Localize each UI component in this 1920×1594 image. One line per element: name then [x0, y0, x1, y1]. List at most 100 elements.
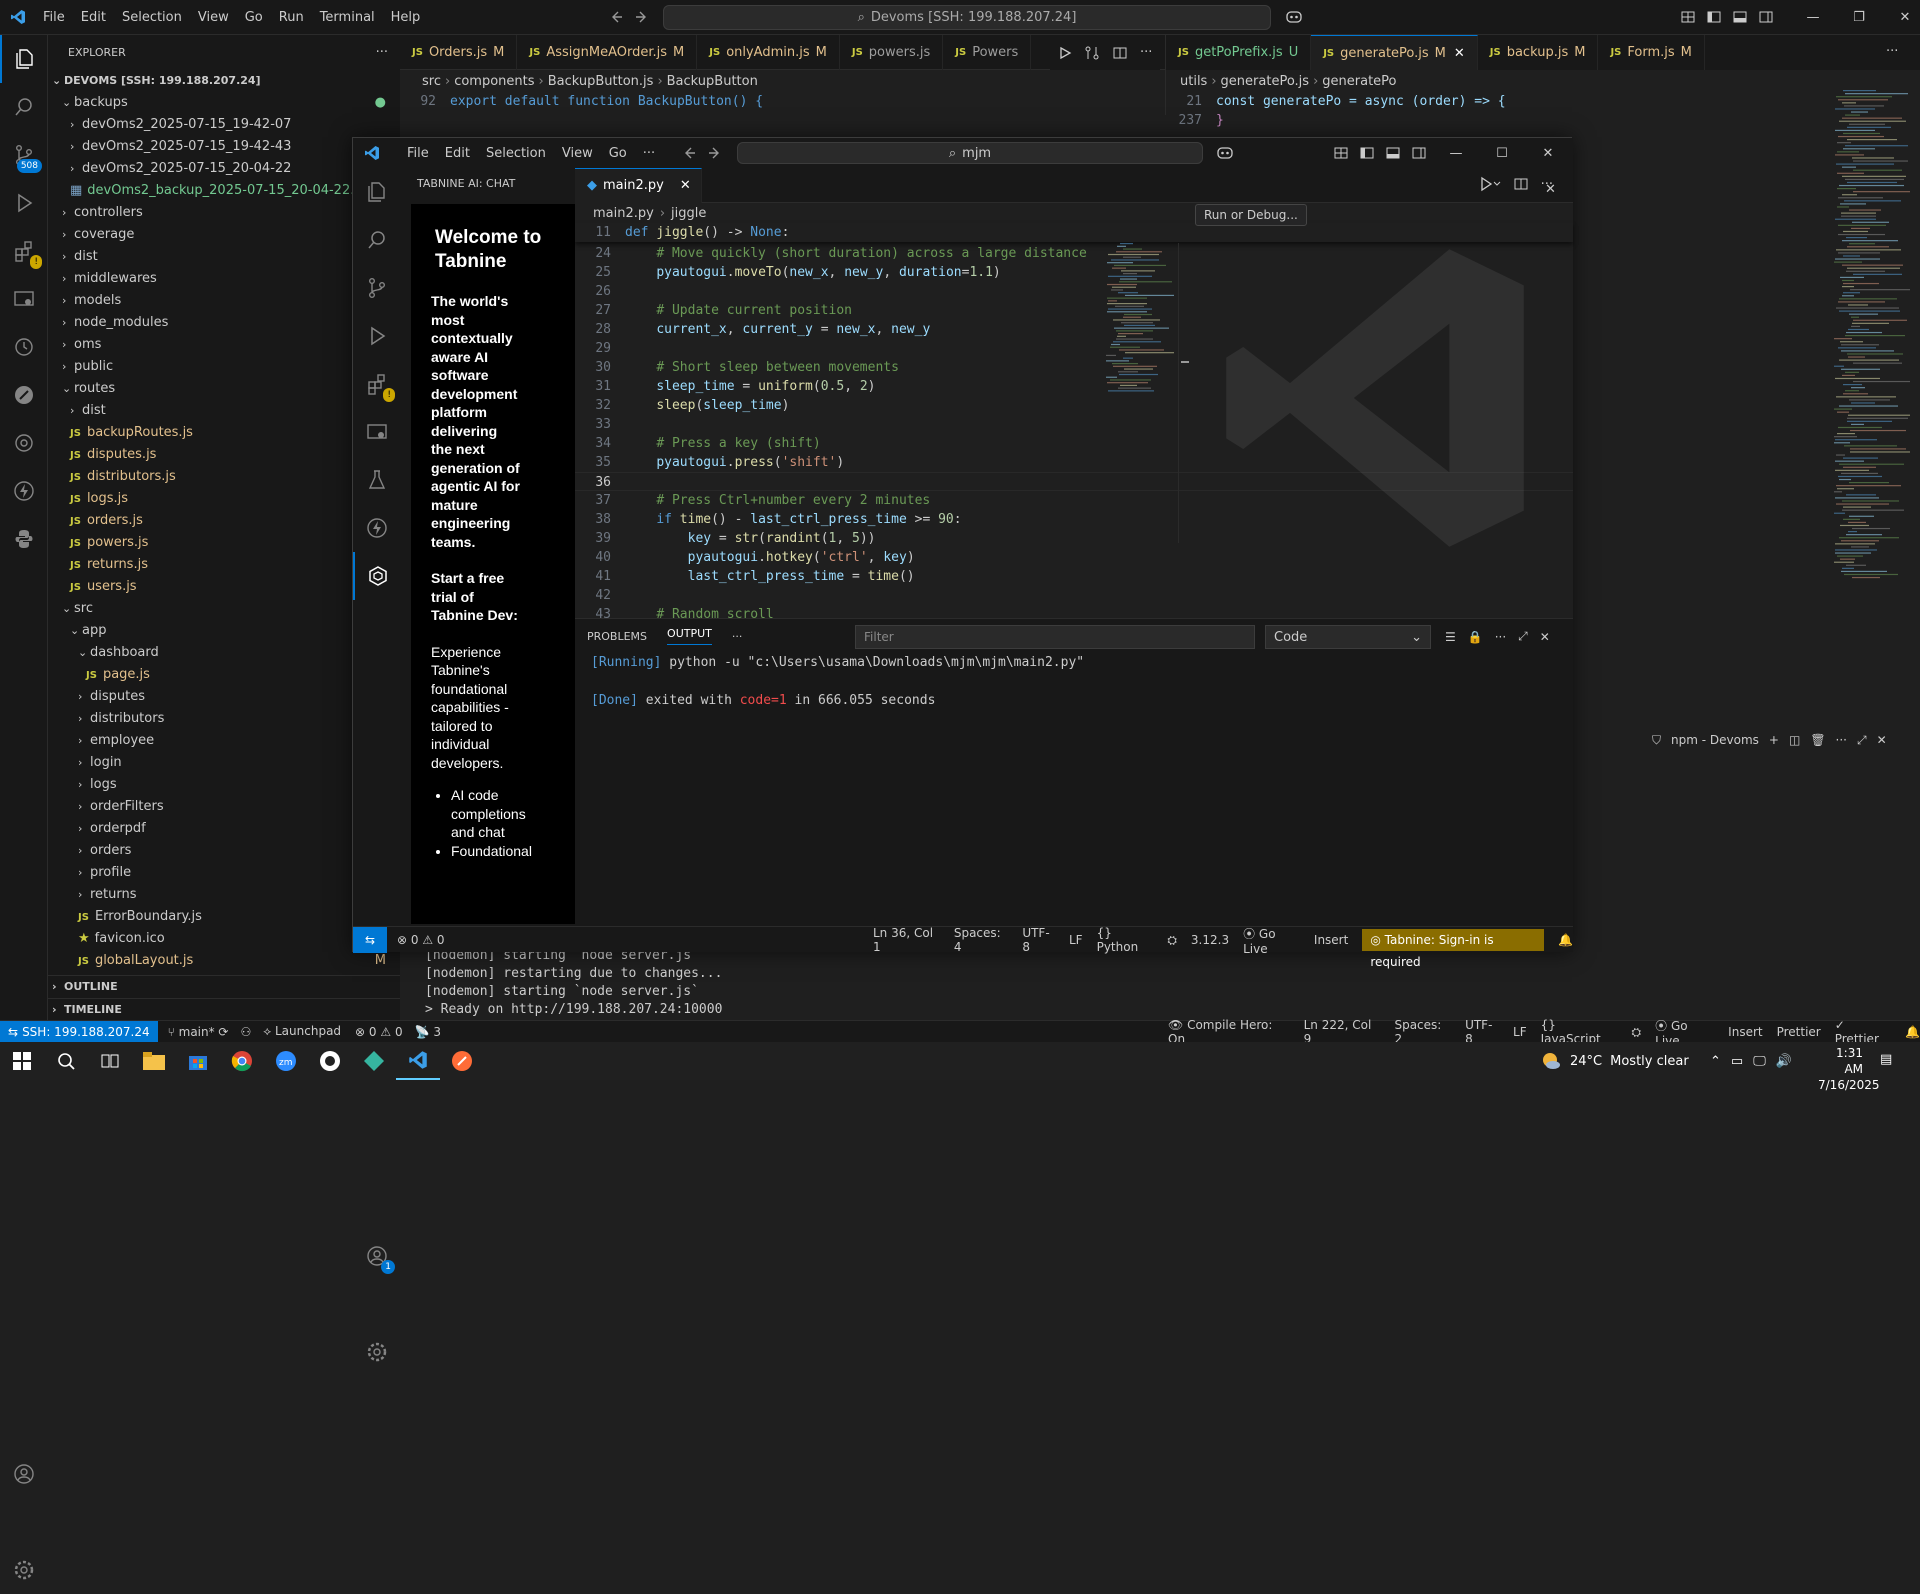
tree-item[interactable]: › orders: [48, 840, 400, 862]
toggle-primary-sidebar-icon[interactable]: [1706, 9, 1722, 25]
clear-output-icon[interactable]: ☰: [1445, 630, 1456, 644]
run-debug-activity[interactable]: [353, 312, 401, 360]
accounts-activity[interactable]: 1: [353, 1232, 401, 1280]
breadcrumb-item[interactable]: src: [422, 74, 441, 89]
minimap[interactable]: [1830, 90, 1910, 580]
tree-item[interactable]: › dist: [48, 400, 400, 422]
tree-item[interactable]: › returns: [48, 884, 400, 906]
editor-tab[interactable]: JS AssignMeAOrder.js M: [517, 34, 698, 70]
remote-indicator[interactable]: ⇆ SSH: 199.188.207.24: [0, 1020, 158, 1043]
insert-mode[interactable]: Insert: [1728, 1025, 1762, 1039]
close-icon[interactable]: ✕: [1545, 182, 1556, 197]
menu-selection[interactable]: Selection: [114, 0, 190, 35]
tree-item[interactable]: JS ErrorBoundary.js: [48, 906, 400, 928]
minimap[interactable]: [1102, 243, 1174, 393]
close-window-button[interactable]: ✕: [1525, 146, 1571, 161]
tree-item[interactable]: › controllers: [48, 202, 400, 224]
thunder-client-activity[interactable]: [353, 504, 401, 552]
tree-item[interactable]: › devOms2_2025-07-15_19-42-07: [48, 114, 400, 136]
breadcrumb-item[interactable]: BackupButton: [667, 74, 758, 89]
customize-layout-icon[interactable]: [1333, 145, 1349, 161]
breadcrumb-item[interactable]: main2.py: [593, 206, 654, 221]
scrollbar[interactable]: [1178, 243, 1189, 543]
breadcrumb-item[interactable]: components: [454, 74, 534, 89]
file-explorer-app[interactable]: [132, 1042, 176, 1080]
tree-item[interactable]: › middlewares: [48, 268, 400, 290]
inner-menu-item[interactable]: View: [554, 136, 601, 171]
breadcrumb-item[interactable]: jiggle: [671, 206, 706, 221]
editor-tab[interactable]: JS onlyAdmin.js M: [697, 34, 840, 70]
tree-item[interactable]: JS powers.js: [48, 532, 400, 554]
tree-item[interactable]: › models: [48, 290, 400, 312]
tree-item[interactable]: › disputes: [48, 686, 400, 708]
remote-indicator[interactable]: ⇆: [353, 926, 387, 953]
tree-item[interactable]: › orderFilters: [48, 796, 400, 818]
close-window-button[interactable]: ✕: [1882, 10, 1920, 25]
editor-tab[interactable]: JS Form.js M: [1598, 35, 1705, 70]
python-version[interactable]: 3.12.3: [1191, 933, 1229, 947]
output-channel-select[interactable]: Code ⌄: [1265, 625, 1431, 649]
terminal-output[interactable]: [nodemon] starting `node server.js` [node…: [425, 947, 1325, 1019]
panel-tab[interactable]: OUTPUT: [667, 627, 712, 645]
volume-icon[interactable]: 🔊: [1776, 1054, 1792, 1069]
tree-item[interactable]: › distributors: [48, 708, 400, 730]
breadcrumb-item[interactable]: utils: [1180, 74, 1207, 89]
editor-tab[interactable]: JS Orders.js M: [400, 34, 518, 70]
workspace-root[interactable]: ⌄ DEVOMS [SSH: 199.188.207.24]: [48, 70, 400, 92]
minimize-window-button[interactable]: —: [1790, 10, 1836, 25]
notifications-icon[interactable]: 🔔: [1558, 933, 1573, 947]
copilot-icon[interactable]: [1215, 145, 1235, 161]
tree-item[interactable]: › public: [48, 356, 400, 378]
tree-item[interactable]: › logs: [48, 774, 400, 796]
gitlens-inspect-activity[interactable]: [0, 419, 48, 467]
menu-go[interactable]: Go: [237, 0, 271, 35]
explorer-activity[interactable]: [353, 168, 401, 216]
more-actions-icon[interactable]: ···: [376, 45, 388, 60]
notifications-icon[interactable]: 🔔: [1905, 1025, 1920, 1039]
zoom-app[interactable]: zm: [264, 1042, 308, 1080]
tree-item[interactable]: JS globalLayout.js M: [48, 950, 400, 972]
output-filter-input[interactable]: Filter: [855, 625, 1255, 649]
tree-item[interactable]: › devOms2_2025-07-15_20-04-22: [48, 158, 400, 180]
terminal-title[interactable]: npm - Devoms: [1671, 733, 1759, 747]
tree-item[interactable]: ⌄ backups ●: [48, 92, 400, 114]
editor-tab[interactable]: JS generatePo.js M ✕: [1311, 35, 1478, 70]
add-terminal-icon[interactable]: +: [1769, 733, 1779, 747]
timeline-section[interactable]: › TIMELINE: [48, 998, 400, 1020]
toggle-panel-icon[interactable]: [1385, 145, 1401, 161]
python-activity[interactable]: [0, 515, 48, 563]
launchpad-button[interactable]: ⟡ Launchpad: [263, 1024, 341, 1039]
toggle-secondary-sidebar-icon[interactable]: [1758, 9, 1774, 25]
tab-main2-py[interactable]: ◆ main2.py ✕: [575, 167, 702, 203]
tabnine-activity[interactable]: [353, 552, 401, 600]
editor-tab[interactable]: JS powers.js: [840, 34, 944, 70]
tree-item[interactable]: JS orders.js: [48, 510, 400, 532]
menu-edit[interactable]: Edit: [73, 0, 114, 35]
inner-menu-item[interactable]: Selection: [478, 136, 554, 171]
tree-item[interactable]: ⌄ routes: [48, 378, 400, 400]
run-debug-activity[interactable]: [0, 179, 48, 227]
breadcrumb-item[interactable]: BackupButton.js: [548, 74, 654, 89]
explorer-activity[interactable]: [0, 35, 48, 83]
windows-start-button[interactable]: [0, 1042, 44, 1080]
more-actions-icon[interactable]: ···: [1836, 733, 1847, 747]
tree-item[interactable]: › node_modules: [48, 312, 400, 334]
maximize-panel-icon[interactable]: ⤢: [1857, 733, 1867, 748]
tree-item[interactable]: › devOms2_2025-07-15_19-42-43: [48, 136, 400, 158]
close-tab-icon[interactable]: ✕: [680, 178, 691, 193]
trash-icon[interactable]: 🗑: [1810, 733, 1825, 747]
split-editor-icon[interactable]: [1513, 176, 1529, 192]
close-panel-icon[interactable]: ✕: [1540, 630, 1550, 644]
command-center-search[interactable]: ⌕ Devoms [SSH: 199.188.207.24]: [663, 5, 1271, 30]
indentation[interactable]: Spaces: 4: [954, 926, 1008, 954]
menu-help[interactable]: Help: [383, 0, 429, 35]
tree-item[interactable]: JS distributors.js: [48, 466, 400, 488]
copilot-status-icon[interactable]: ⛭: [1167, 933, 1177, 948]
store-app[interactable]: [176, 1042, 220, 1080]
inner-menu-item[interactable]: Go: [601, 136, 635, 171]
ports-indicator[interactable]: 📡 3: [415, 1025, 441, 1039]
source-control-activity[interactable]: [353, 264, 401, 312]
insert-mode[interactable]: Insert: [1314, 933, 1348, 947]
task-view-button[interactable]: [88, 1042, 132, 1080]
weather-widget[interactable]: 24°C Mostly clear: [1540, 1042, 1689, 1080]
